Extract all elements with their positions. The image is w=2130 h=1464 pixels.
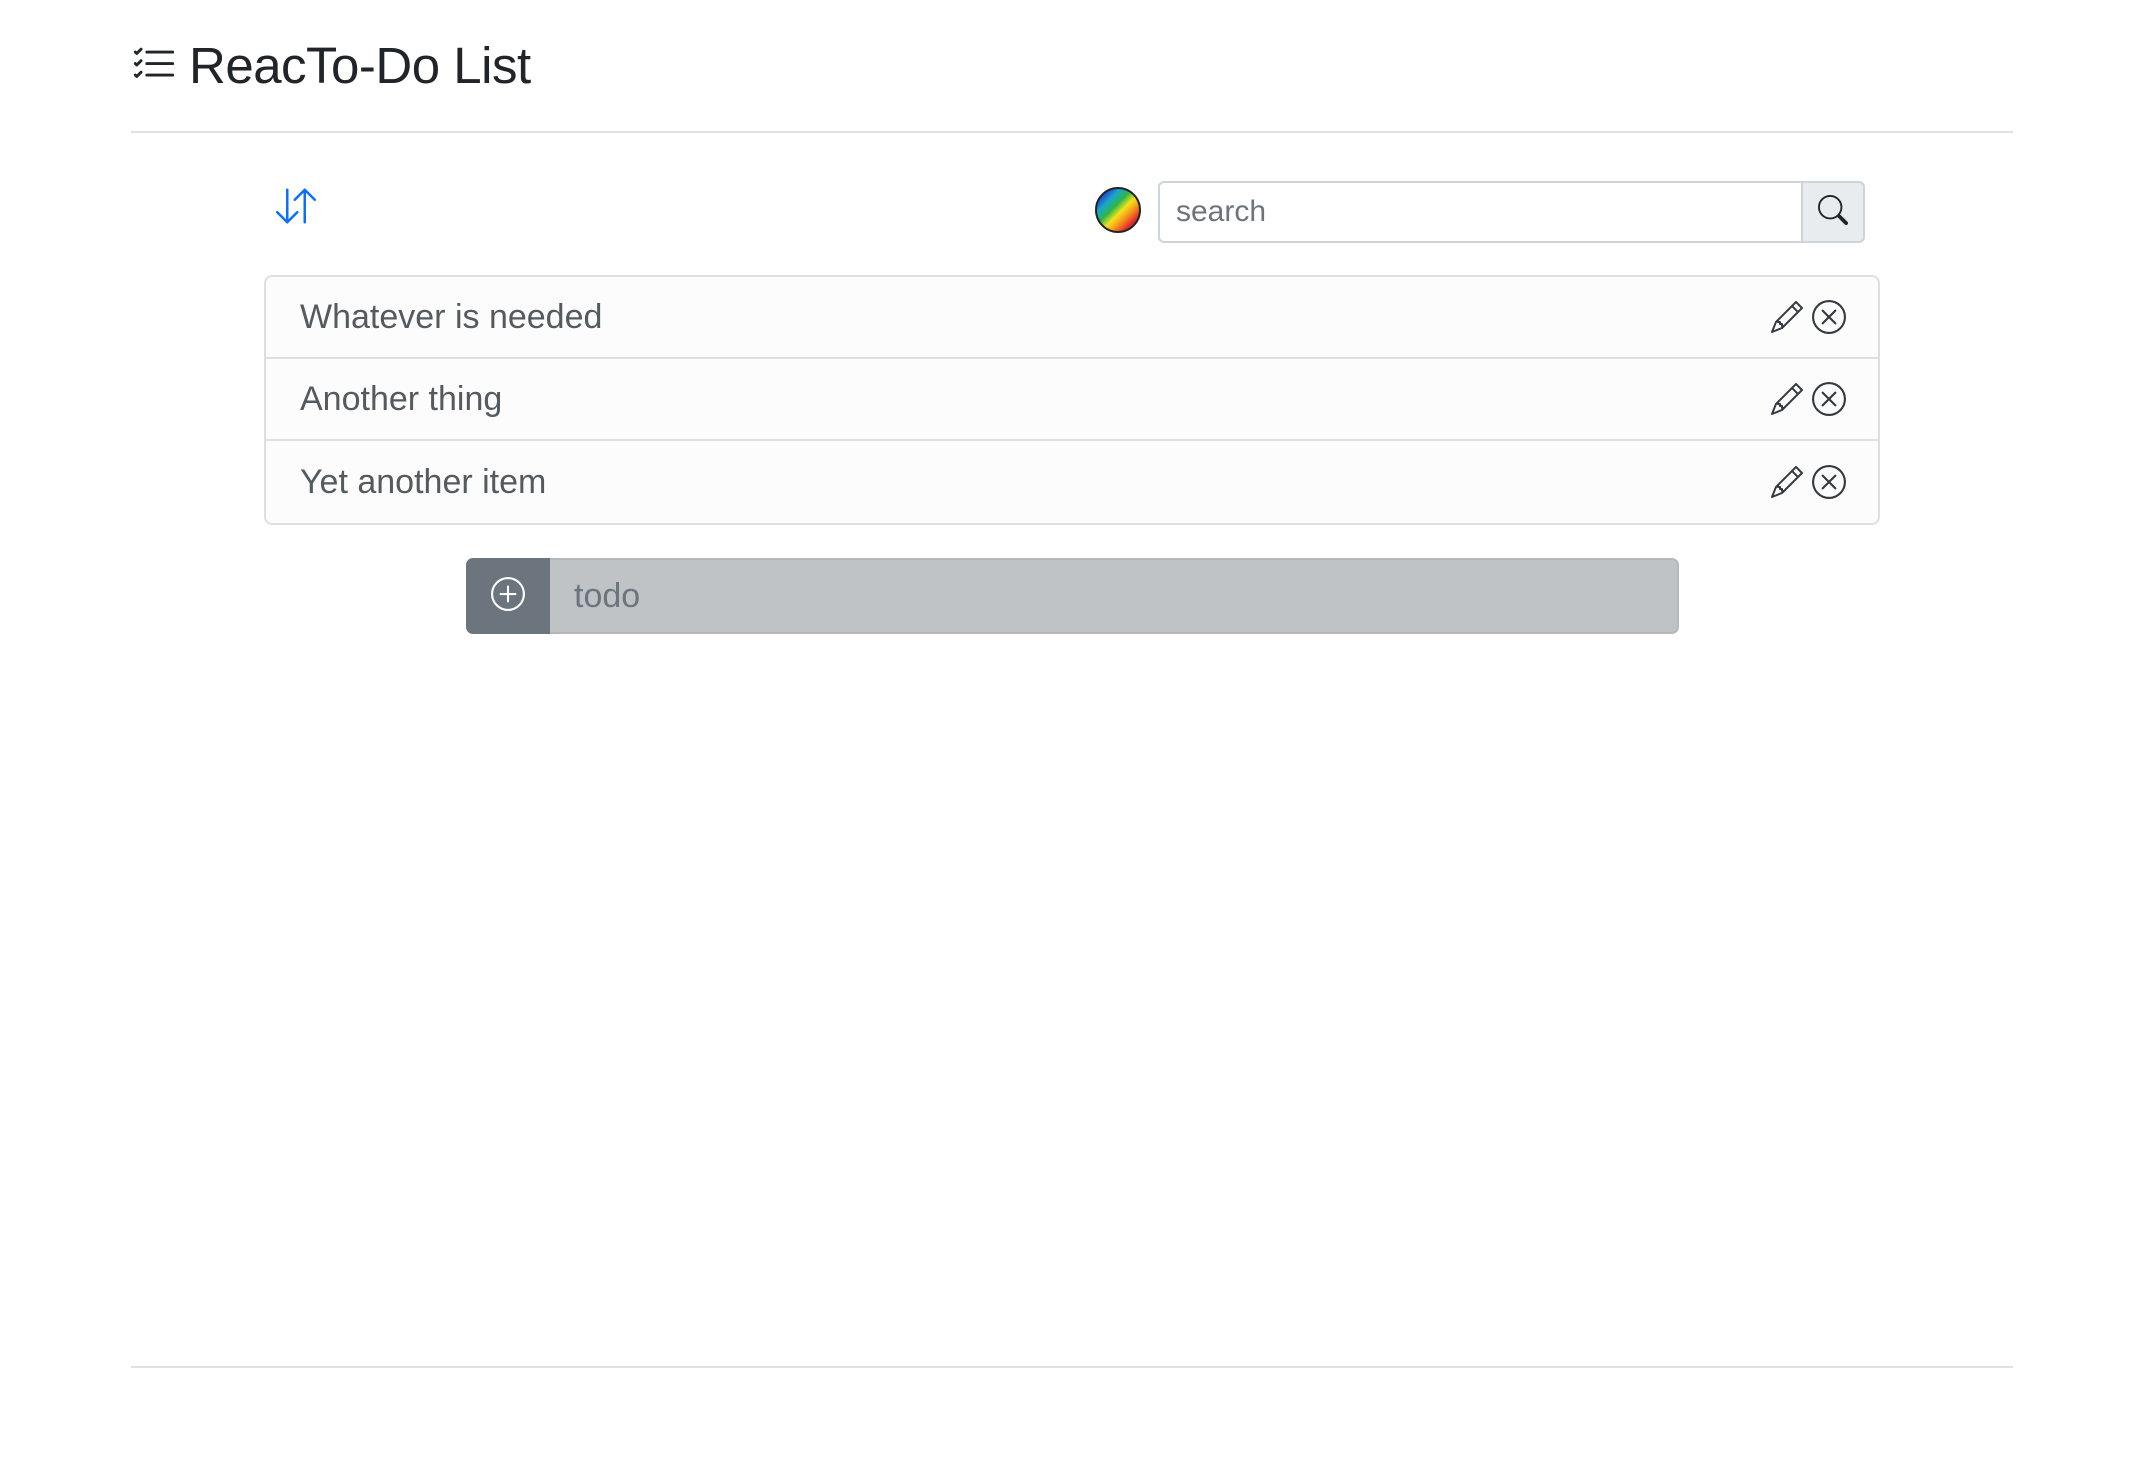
footer-divider: [131, 1366, 2013, 1368]
todo-item-text: Another thing: [300, 379, 503, 418]
x-circle-icon[interactable]: [1810, 380, 1848, 418]
pencil-icon[interactable]: [1768, 380, 1806, 418]
search-input[interactable]: [1158, 181, 1801, 243]
app-header: ReacTo-Do List: [131, 30, 531, 100]
pencil-icon[interactable]: [1768, 463, 1806, 501]
todo-item-actions: [1768, 380, 1848, 418]
todo-item-actions: [1768, 463, 1848, 501]
todo-item[interactable]: Yet another item: [266, 441, 1878, 523]
sort-button[interactable]: [275, 186, 317, 226]
sort-arrows-icon: [275, 188, 317, 230]
search-group: [1158, 181, 1865, 243]
todo-item-actions: [1768, 298, 1848, 336]
x-circle-icon[interactable]: [1810, 463, 1848, 501]
app-root: ReacTo-Do List Whatever is needed: [0, 0, 2130, 1464]
todo-item-text: Yet another item: [300, 462, 547, 501]
search-button[interactable]: [1801, 181, 1865, 243]
todo-list: Whatever is needed Another thing Yet ano…: [264, 275, 1880, 525]
add-todo-button[interactable]: [466, 558, 550, 634]
todo-item[interactable]: Another thing: [266, 359, 1878, 441]
header-divider: [131, 131, 2013, 133]
search-icon: [1817, 194, 1848, 230]
plus-circle-icon: [491, 576, 525, 616]
x-circle-icon[interactable]: [1810, 298, 1848, 336]
list-check-icon: [131, 42, 177, 88]
add-todo-group: [466, 558, 1679, 634]
rainbow-theme-icon[interactable]: [1095, 187, 1141, 233]
todo-item[interactable]: Whatever is needed: [266, 277, 1878, 359]
todo-input[interactable]: [550, 558, 1679, 634]
page-title: ReacTo-Do List: [189, 36, 531, 94]
pencil-icon[interactable]: [1768, 298, 1806, 336]
todo-item-text: Whatever is needed: [300, 297, 603, 336]
